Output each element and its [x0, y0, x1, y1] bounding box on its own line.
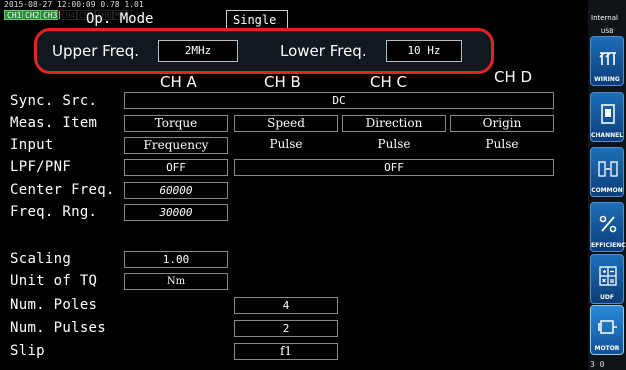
udf-button[interactable]: UDF — [590, 254, 624, 304]
storage-label: Internal — [591, 14, 618, 22]
common-button[interactable]: COMMON — [590, 147, 624, 197]
num-pulses-ch-b[interactable]: 2 — [234, 320, 338, 337]
meas-item-ch-c[interactable]: Direction — [342, 115, 446, 132]
unit-tq-ch-a[interactable]: Nm — [124, 273, 228, 290]
motor-button[interactable]: MOTOR — [590, 305, 624, 355]
row-label-meas-item: Meas. Item — [10, 115, 98, 131]
num-poles-ch-b[interactable]: 4 — [234, 297, 338, 314]
column-header-ch-c: CH C — [370, 73, 407, 91]
freq-rng-ch-a[interactable]: 30000 — [124, 204, 228, 221]
row-label-sync-src: Sync. Src. — [10, 93, 98, 109]
timestamp: 2015-08-27 12:00:09 0.78 1.01 — [4, 0, 144, 9]
column-header-ch-d: CH D — [494, 68, 533, 86]
percent-icon — [599, 215, 617, 233]
row-label-scaling: Scaling — [10, 251, 72, 267]
row-label-slip: Slip — [10, 343, 45, 359]
meas-item-ch-d[interactable]: Origin — [450, 115, 554, 132]
motor-icon — [598, 320, 617, 334]
sync-src-field[interactable]: DC — [124, 92, 554, 109]
lower-freq-field[interactable]: 10 Hz — [386, 40, 462, 62]
center-freq-ch-a[interactable]: 60000 — [124, 182, 228, 199]
column-header-ch-a: CH A — [160, 73, 197, 91]
channel-icon — [601, 104, 615, 124]
upper-freq-field[interactable]: 2MHz — [158, 40, 238, 62]
usb-label: USB — [601, 28, 614, 35]
column-header-ch-b: CH B — [264, 73, 301, 91]
lpf-ch-bcd[interactable]: OFF — [234, 159, 554, 176]
op-mode-label: Op. Mode — [86, 11, 154, 27]
channel-button[interactable]: CHANNEL — [590, 92, 624, 142]
input-ch-a[interactable]: Frequency — [124, 137, 228, 154]
row-label-freq-rng: Freq. Rng. — [10, 204, 98, 220]
lower-freq-label: Lower Freq. — [280, 42, 367, 60]
meas-item-ch-b[interactable]: Speed — [234, 115, 338, 132]
row-label-unit-tq: Unit of TQ — [10, 273, 98, 289]
wiring-button[interactable]: WIRING — [590, 36, 624, 86]
row-label-num-poles: Num. Poles — [10, 297, 98, 313]
input-ch-c: Pulse — [377, 137, 411, 151]
op-mode-value[interactable]: Single — [226, 10, 288, 30]
efficiency-button[interactable]: EFFICIENCY — [590, 202, 626, 252]
input-ch-d: Pulse — [485, 137, 519, 151]
row-label-center-freq: Center Freq. — [10, 182, 115, 198]
upper-freq-label: Upper Freq. — [52, 42, 140, 60]
row-label-lpf: LPF/PNF — [10, 159, 72, 175]
sidebar-footer: 3 0 — [590, 360, 605, 369]
row-label-num-pulses: Num. Pulses — [10, 320, 107, 336]
calculator-icon — [599, 266, 617, 286]
row-label-input: Input — [10, 137, 54, 153]
input-ch-b: Pulse — [269, 137, 303, 151]
scaling-ch-a[interactable]: 1.00 — [124, 251, 228, 268]
slip-ch-b[interactable]: f1 — [234, 343, 338, 360]
wiring-icon — [599, 52, 616, 65]
lpf-ch-a[interactable]: OFF — [124, 159, 228, 176]
meas-item-ch-a[interactable]: Torque — [124, 115, 228, 132]
common-icon — [598, 161, 618, 177]
